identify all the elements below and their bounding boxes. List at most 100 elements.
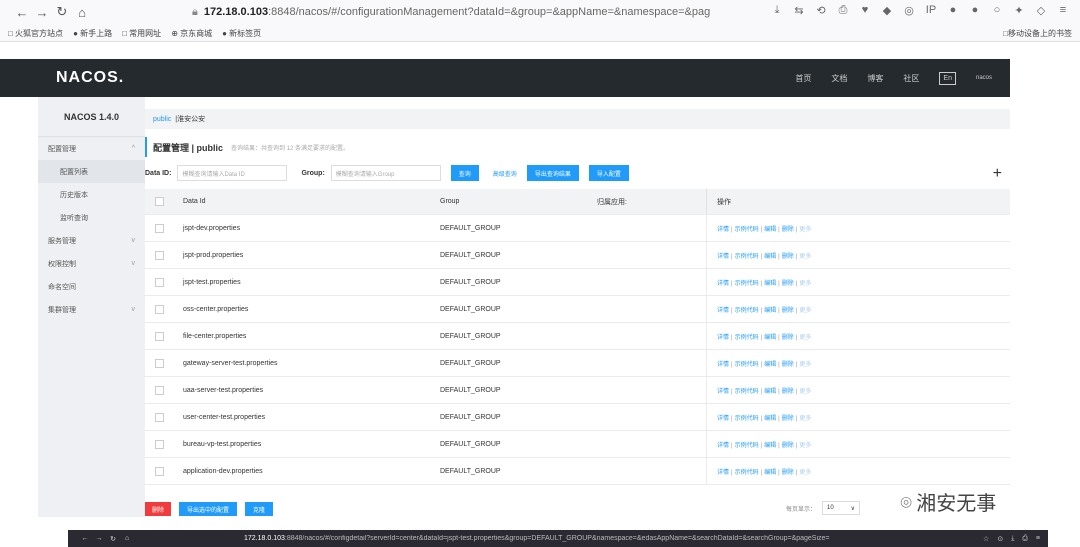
address-bar[interactable]: 🔒︎ 172.18.0.103 :8848/nacos/#/configurat… <box>192 6 710 19</box>
op-delete-link[interactable]: 删除 <box>782 335 794 341</box>
extension-icon[interactable]: ◇ <box>1034 4 1048 17</box>
op-detail-link[interactable]: 详情 <box>717 227 729 233</box>
op-detail-link[interactable]: 详情 <box>717 254 729 260</box>
op-edit-link[interactable]: 编辑 <box>764 227 776 233</box>
op-sample-code-link[interactable]: 示例代码 <box>735 227 759 233</box>
home-icon[interactable]: ⌂ <box>72 5 92 20</box>
row-checkbox[interactable] <box>154 412 164 422</box>
row-checkbox[interactable] <box>154 358 164 368</box>
forward-icon[interactable]: → <box>32 5 52 20</box>
bookmark-item[interactable]: □ 火狐官方站点 <box>8 28 63 39</box>
op-detail-link[interactable]: 详情 <box>717 362 729 368</box>
op-delete-link[interactable]: 删除 <box>782 254 794 260</box>
nacos-logo[interactable]: NACOS. <box>56 69 124 87</box>
op-sample-code-link[interactable]: 示例代码 <box>735 389 759 395</box>
row-checkbox[interactable] <box>154 223 164 233</box>
extension-icon[interactable]: IP <box>924 4 938 17</box>
back-icon[interactable]: ← <box>12 5 32 20</box>
nav-link-community[interactable]: 社区 <box>903 73 919 84</box>
row-checkbox[interactable] <box>154 277 164 287</box>
op-sample-code-link[interactable]: 示例代码 <box>735 254 759 260</box>
reload-icon[interactable]: ↻ <box>52 4 72 20</box>
op-more-link[interactable]: 更多 <box>799 443 811 449</box>
op-delete-link[interactable]: 删除 <box>782 281 794 287</box>
nav-link-home[interactable]: 首页 <box>795 73 811 84</box>
row-checkbox[interactable] <box>154 466 164 476</box>
namespace-public-link[interactable]: public <box>153 116 171 123</box>
extension-icon[interactable]: ⤓ <box>770 4 784 17</box>
toolbar-icon[interactable]: ⎙ <box>1022 535 1028 543</box>
op-detail-link[interactable]: 详情 <box>717 443 729 449</box>
extension-icon[interactable]: ● <box>968 4 982 17</box>
op-delete-link[interactable]: 删除 <box>782 362 794 368</box>
op-more-link[interactable]: 更多 <box>799 389 811 395</box>
bookmark-item[interactable]: ● 新手上路 <box>73 28 112 39</box>
clone-button[interactable]: 克隆 <box>245 502 274 516</box>
extension-icon[interactable]: ● <box>946 4 960 17</box>
query-button[interactable]: 查询 <box>450 165 479 181</box>
sidebar-item[interactable]: 命名空间 <box>38 275 145 298</box>
op-sample-code-link[interactable]: 示例代码 <box>735 443 759 449</box>
home-icon[interactable]: ⌂ <box>120 535 134 542</box>
forward-icon[interactable]: → <box>92 535 106 542</box>
row-checkbox[interactable] <box>154 304 164 314</box>
op-edit-link[interactable]: 编辑 <box>764 362 776 368</box>
sidebar-item[interactable]: 集群管理 v <box>38 298 145 321</box>
export-selected-button[interactable]: 导出选中的配置 <box>179 502 238 516</box>
dataid-input[interactable]: 模糊查询请输入Data ID <box>177 165 288 181</box>
sidebar-item[interactable]: 配置管理 ^ <box>38 137 145 160</box>
extension-icon[interactable]: ≡ <box>1056 4 1070 17</box>
op-detail-link[interactable]: 详情 <box>717 308 729 314</box>
extension-icon[interactable]: ♥ <box>858 4 872 17</box>
op-edit-link[interactable]: 编辑 <box>764 470 776 476</box>
op-delete-link[interactable]: 删除 <box>782 470 794 476</box>
sidebar-item[interactable]: 监听查询 <box>38 206 145 229</box>
namespace-name[interactable]: 淮安公安 <box>177 114 205 124</box>
op-delete-link[interactable]: 删除 <box>782 416 794 422</box>
sidebar-item[interactable]: 配置列表 <box>38 160 145 183</box>
op-delete-link[interactable]: 删除 <box>782 443 794 449</box>
op-delete-link[interactable]: 删除 <box>782 308 794 314</box>
row-checkbox[interactable] <box>154 250 164 260</box>
op-sample-code-link[interactable]: 示例代码 <box>735 470 759 476</box>
op-sample-code-link[interactable]: 示例代码 <box>735 335 759 341</box>
back-icon[interactable]: ← <box>78 535 92 542</box>
op-more-link[interactable]: 更多 <box>799 335 811 341</box>
add-config-button[interactable]: + <box>993 165 1002 183</box>
row-checkbox[interactable] <box>154 439 164 449</box>
op-more-link[interactable]: 更多 <box>799 362 811 368</box>
op-sample-code-link[interactable]: 示例代码 <box>735 362 759 368</box>
row-checkbox[interactable] <box>154 331 164 341</box>
extension-icon[interactable]: ◎ <box>902 4 916 17</box>
language-switch-button[interactable]: En <box>939 71 956 85</box>
op-detail-link[interactable]: 详情 <box>717 416 729 422</box>
op-edit-link[interactable]: 编辑 <box>764 254 776 260</box>
bookmark-item[interactable]: ⊕ 京东商城 <box>171 28 212 39</box>
op-more-link[interactable]: 更多 <box>799 281 811 287</box>
bookmark-item[interactable]: ● 新标签页 <box>222 28 261 39</box>
op-more-link[interactable]: 更多 <box>799 308 811 314</box>
nav-link-docs[interactable]: 文档 <box>831 73 847 84</box>
import-config-button[interactable]: 导入配置 <box>588 165 629 181</box>
bookmark-item[interactable]: □ 常用网址 <box>122 28 161 39</box>
op-edit-link[interactable]: 编辑 <box>764 389 776 395</box>
op-edit-link[interactable]: 编辑 <box>764 416 776 422</box>
toolbar-icon[interactable]: ≡ <box>1036 535 1040 543</box>
extension-icon[interactable]: ⟲ <box>814 4 828 17</box>
op-sample-code-link[interactable]: 示例代码 <box>735 416 759 422</box>
extension-icon[interactable]: ⇆ <box>792 4 806 17</box>
op-delete-link[interactable]: 删除 <box>782 227 794 233</box>
extension-icon[interactable]: ⎙ <box>836 4 850 17</box>
op-detail-link[interactable]: 详情 <box>717 281 729 287</box>
group-input[interactable]: 模糊查询请输入Group <box>330 165 441 181</box>
op-edit-link[interactable]: 编辑 <box>764 335 776 341</box>
extension-icon[interactable]: ○ <box>990 4 1004 17</box>
toolbar-icon[interactable]: ☆ <box>983 535 989 543</box>
op-detail-link[interactable]: 详情 <box>717 335 729 341</box>
export-query-button[interactable]: 导出查询结果 <box>526 165 579 181</box>
user-name[interactable]: nacos <box>976 75 992 81</box>
op-sample-code-link[interactable]: 示例代码 <box>735 308 759 314</box>
op-more-link[interactable]: 更多 <box>799 416 811 422</box>
op-more-link[interactable]: 更多 <box>799 470 811 476</box>
nav-link-blog[interactable]: 博客 <box>867 73 883 84</box>
